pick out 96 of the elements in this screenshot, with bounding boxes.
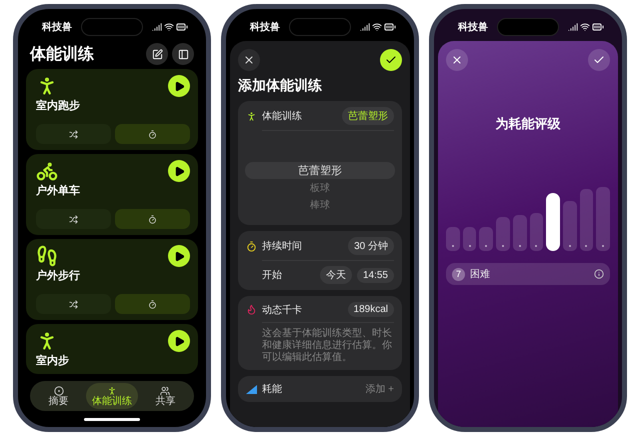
check-icon: [593, 54, 605, 66]
carrier-name: 科技兽: [458, 20, 488, 34]
time-value[interactable]: 14:55: [356, 268, 394, 282]
close-button[interactable]: [238, 49, 260, 71]
workout-card[interactable]: 户外步行: [26, 239, 198, 320]
timer-button[interactable]: [115, 124, 190, 144]
play-button[interactable]: [168, 330, 190, 352]
route-button[interactable]: [36, 209, 111, 229]
workout-name: 户外步行: [36, 270, 81, 283]
signal-icon: [360, 22, 370, 32]
camera-island: [81, 18, 143, 36]
type-value[interactable]: 芭蕾塑形: [342, 107, 394, 125]
check-icon: [385, 54, 397, 66]
wifi-icon: [164, 22, 174, 32]
row-label: 开始: [262, 269, 283, 282]
rating-number: 7: [452, 268, 465, 280]
picker-item[interactable]: 芭蕾塑形: [245, 162, 395, 179]
edit-button[interactable]: [146, 43, 168, 65]
info-icon: [594, 269, 604, 279]
calories-note: 这会基于体能训练类型、时长和健康详细信息进行估算。你可以编辑此估算值。: [261, 328, 393, 364]
sheet-title: 为耗能评级: [494, 115, 562, 133]
row-label: 动态千卡: [262, 304, 303, 316]
timer-icon: [246, 240, 257, 252]
duration-value[interactable]: 30 分钟: [348, 237, 394, 255]
slider-thumb[interactable]: [546, 193, 560, 251]
play-icon: [174, 80, 184, 92]
workout-name: 户外单车: [36, 185, 81, 198]
close-icon: [243, 54, 255, 66]
ring-icon: [54, 386, 64, 396]
effort-bar[interactable]: [596, 187, 610, 251]
timer-icon: [148, 214, 157, 224]
row-label: 体能训练: [262, 110, 303, 123]
effort-bar[interactable]: [462, 227, 476, 251]
play-button[interactable]: [168, 75, 190, 97]
workout-card[interactable]: 室内跑步: [26, 69, 198, 150]
timer-button[interactable]: [115, 209, 190, 229]
play-icon: [174, 250, 184, 262]
bike-icon: [36, 160, 58, 182]
figure-icon: [246, 110, 257, 122]
confirm-button[interactable]: [380, 49, 402, 71]
confirm-button[interactable]: [588, 49, 610, 71]
flame-icon: [246, 304, 257, 315]
signal-icon: [568, 22, 578, 32]
row-label: 持续时间: [262, 240, 303, 253]
timer-icon: [148, 130, 157, 138]
tab[interactable]: 摘要: [33, 383, 84, 409]
timer-button[interactable]: [115, 294, 190, 314]
wifi-icon: [580, 22, 590, 32]
battery-icon: [176, 21, 188, 33]
play-button[interactable]: [168, 245, 190, 267]
edit-icon: [152, 48, 162, 60]
battery-icon: [384, 21, 396, 33]
wifi-icon: [372, 22, 382, 32]
workout-name: 室内步: [36, 355, 70, 368]
effort-bar[interactable]: [496, 217, 510, 251]
signal-icon: [152, 22, 162, 32]
rating-label: 困难: [470, 268, 491, 281]
tab[interactable]: 体能训练: [86, 383, 138, 409]
ramp-icon: [246, 384, 257, 394]
timer-icon: [148, 300, 157, 308]
panel-button[interactable]: [172, 43, 194, 65]
carrier-name: 科技兽: [42, 20, 72, 34]
arrows-icon: [69, 130, 78, 138]
close-button[interactable]: [446, 49, 468, 71]
sheet-title: 添加体能训练: [238, 77, 323, 95]
route-button[interactable]: [36, 294, 111, 314]
camera-island: [497, 18, 559, 36]
people-icon: [160, 386, 170, 396]
home-indicator: [84, 418, 140, 421]
panel-icon: [178, 48, 188, 60]
screen-title: 体能训练: [30, 44, 94, 64]
effort-bar[interactable]: [479, 227, 494, 251]
figure-icon: [106, 386, 117, 396]
route-button[interactable]: [36, 124, 111, 144]
row-label: 耗能: [262, 382, 283, 396]
workout-card[interactable]: 户外单车: [26, 154, 198, 235]
arrows-icon: [69, 300, 78, 308]
calories-value[interactable]: 189kcal: [348, 302, 394, 317]
tab[interactable]: 共享: [140, 383, 191, 409]
workout-card[interactable]: 室内步: [26, 324, 198, 374]
close-icon: [451, 54, 463, 66]
arrows-icon: [69, 214, 78, 224]
footprints-icon: [36, 245, 58, 267]
camera-island: [289, 18, 351, 36]
effort-bar[interactable]: [512, 215, 527, 251]
add-action[interactable]: 添加 +: [365, 382, 394, 396]
date-value[interactable]: 今天: [320, 266, 352, 284]
carrier-name: 科技兽: [250, 20, 280, 34]
effort-bar[interactable]: [446, 227, 460, 251]
play-icon: [174, 166, 184, 176]
battery-icon: [592, 21, 604, 33]
workout-name: 室内跑步: [36, 100, 81, 113]
play-icon: [174, 336, 184, 346]
effort-card[interactable]: 耗能 添加 +: [238, 376, 402, 402]
effort-bar[interactable]: [580, 189, 594, 251]
play-button[interactable]: [168, 160, 190, 182]
